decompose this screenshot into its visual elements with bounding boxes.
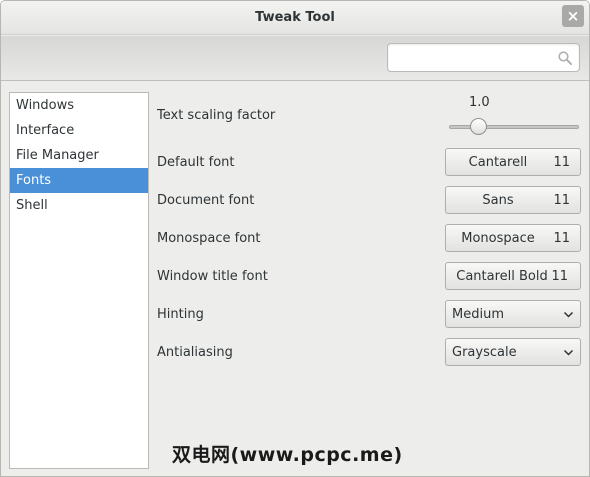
window-title-font-size: 11 [551,269,568,284]
monospace-font-size: 11 [553,231,570,246]
default-font-name: Cantarell [468,155,528,170]
toolbar [1,36,589,81]
text-scaling-value: 1.0 [469,95,490,110]
search-box[interactable] [387,43,580,72]
default-font-button[interactable]: Cantarell 11 [445,148,581,176]
tweak-tool-window: Tweak Tool × Windows Interface File Mana… [0,0,590,477]
window-title: Tweak Tool [255,10,335,25]
monospace-font-name: Monospace [461,231,535,246]
watermark-text: 双电网(www.pcpc.me) [172,444,403,466]
hinting-value: Medium [452,307,504,322]
chevron-down-icon [563,349,574,356]
search-icon [558,51,572,65]
window-title-font-name: Cantarell Bold [456,269,548,284]
default-font-label: Default font [157,155,235,170]
monospace-font-label: Monospace font [157,231,261,246]
sidebar-item-shell[interactable]: Shell [10,193,148,218]
text-scaling-slider-track[interactable] [449,125,579,129]
close-button[interactable]: × [562,5,584,27]
search-input[interactable] [394,49,554,67]
monospace-font-button[interactable]: Monospace 11 [445,224,581,252]
antialiasing-dropdown[interactable]: Grayscale [445,338,581,366]
window-title-font-label: Window title font [157,269,268,284]
antialiasing-value: Grayscale [452,345,517,360]
sidebar-item-fonts[interactable]: Fonts [10,168,148,193]
text-scaling-label: Text scaling factor [157,108,276,123]
document-font-label: Document font [157,193,255,208]
chevron-down-icon [563,311,574,318]
hinting-label: Hinting [157,307,204,322]
fonts-settings-panel: Text scaling factor 1.0 Default font Can… [151,82,589,476]
sidebar-item-file-manager[interactable]: File Manager [10,143,148,168]
close-icon: × [566,7,580,25]
document-font-size: 11 [553,193,570,208]
category-sidebar: Windows Interface File Manager Fonts She… [9,92,149,469]
text-scaling-slider-handle[interactable] [470,118,487,135]
hinting-dropdown[interactable]: Medium [445,300,581,328]
window-title-font-button[interactable]: Cantarell Bold 11 [445,262,581,290]
default-font-size: 11 [553,155,570,170]
sidebar-item-interface[interactable]: Interface [10,118,148,143]
titlebar: Tweak Tool × [1,1,589,35]
document-font-name: Sans [482,193,514,208]
sidebar-item-windows[interactable]: Windows [10,93,148,118]
antialiasing-label: Antialiasing [157,345,233,360]
document-font-button[interactable]: Sans 11 [445,186,581,214]
